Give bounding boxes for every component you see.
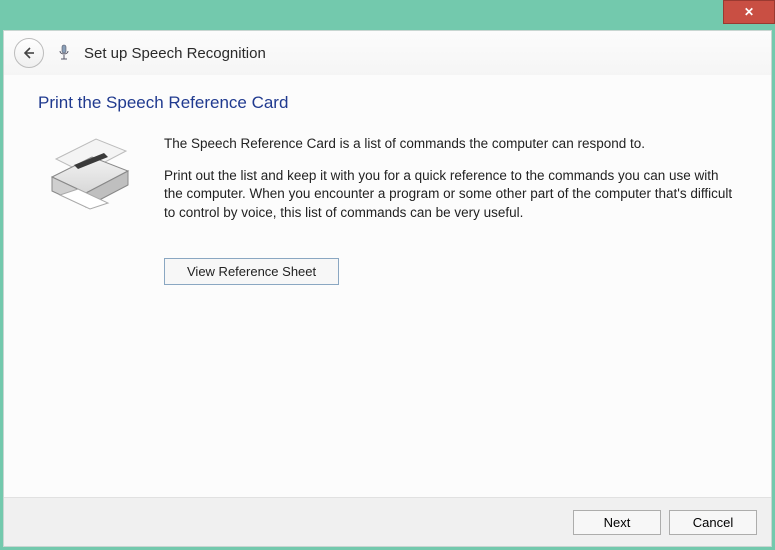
wizard-window: ✕ Set up Speech Recognition P <box>0 0 775 550</box>
description-text-2: Print out the list and keep it with you … <box>164 167 737 222</box>
cancel-button[interactable]: Cancel <box>669 510 757 535</box>
arrow-left-icon <box>22 46 36 60</box>
wizard-frame: Set up Speech Recognition Print the Spee… <box>3 30 772 547</box>
wizard-footer: Next Cancel <box>4 497 771 546</box>
printer-icon <box>38 135 138 285</box>
description-text-1: The Speech Reference Card is a list of c… <box>164 135 737 153</box>
content-row: The Speech Reference Card is a list of c… <box>38 135 737 285</box>
back-button[interactable] <box>14 38 44 68</box>
microphone-icon <box>56 44 72 62</box>
page-heading: Print the Speech Reference Card <box>38 93 737 113</box>
view-reference-sheet-button[interactable]: View Reference Sheet <box>164 258 339 285</box>
close-button[interactable]: ✕ <box>723 0 775 24</box>
wizard-header: Set up Speech Recognition <box>4 31 771 75</box>
wizard-body: Print the Speech Reference Card <box>4 75 771 497</box>
wizard-title: Set up Speech Recognition <box>84 45 266 62</box>
description-column: The Speech Reference Card is a list of c… <box>164 135 737 285</box>
close-icon: ✕ <box>744 5 754 19</box>
titlebar: ✕ <box>0 0 775 30</box>
next-button[interactable]: Next <box>573 510 661 535</box>
